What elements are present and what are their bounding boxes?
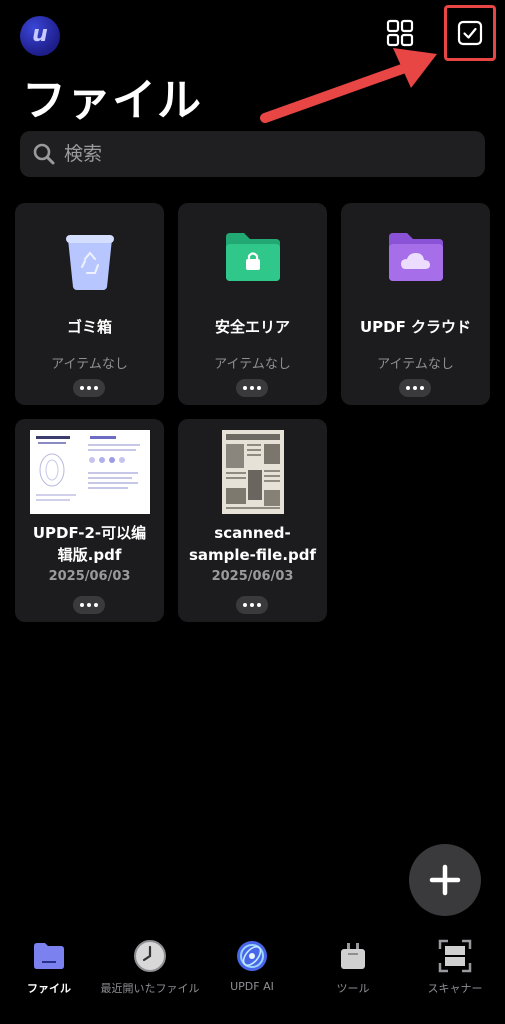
more-options-button[interactable] — [73, 379, 105, 397]
logo-letter: u — [32, 22, 48, 47]
tab-label: ツール — [336, 982, 370, 995]
search-bar[interactable] — [20, 131, 485, 177]
pdf-thumbnail — [29, 430, 150, 514]
clock-icon — [134, 940, 166, 972]
scanner-icon — [438, 939, 472, 973]
folder-name: UPDF クラウド — [359, 318, 472, 336]
ai-icon — [237, 941, 267, 971]
app-logo: u — [20, 16, 60, 56]
folder-name: ゴミ箱 — [66, 318, 112, 336]
file-date: 2025/06/03 — [211, 569, 294, 584]
tab-scanner[interactable]: スキャナー — [395, 938, 505, 996]
cloud-folder-icon — [388, 233, 443, 281]
folder-subtitle: アイテムなし — [214, 357, 291, 372]
folder-card-trash[interactable]: ゴミ箱 アイテムなし — [15, 203, 164, 405]
file-card-updf[interactable]: UPDF-2-可以编 辑版.pdf 2025/06/03 — [15, 419, 164, 622]
file-date: 2025/06/03 — [48, 569, 131, 584]
folder-icon — [34, 943, 64, 969]
tab-label: 最近開いたファイル — [100, 982, 200, 995]
secure-folder-icon — [225, 233, 280, 281]
folder-card-secure[interactable]: 安全エリア アイテムなし — [178, 203, 327, 405]
tab-label: UPDF AI — [230, 980, 274, 993]
pdf-thumbnail — [221, 430, 284, 514]
file-name: scanned- sample-file.pdf — [188, 524, 317, 564]
checkbox-icon — [457, 20, 483, 46]
folder-name: 安全エリア — [214, 318, 290, 336]
toolbox-icon — [341, 943, 365, 969]
folder-subtitle: アイテムなし — [377, 357, 454, 372]
tab-label: ファイル — [27, 982, 71, 995]
page-title: ファイル — [22, 75, 202, 126]
more-options-button[interactable] — [399, 379, 431, 397]
more-options-button[interactable] — [236, 379, 268, 397]
search-icon — [33, 143, 55, 165]
file-card-scanned[interactable]: scanned- sample-file.pdf 2025/06/03 — [178, 419, 327, 622]
bottom-tab-bar: ファイル 最近開いたファイル UPDF AI ツール スキャナー — [0, 930, 505, 1024]
annotation-arrow — [260, 48, 437, 123]
search-input[interactable] — [64, 143, 444, 165]
tab-label: スキャナー — [427, 982, 483, 995]
more-options-button[interactable] — [236, 596, 268, 614]
more-options-button[interactable] — [73, 596, 105, 614]
plus-icon — [429, 864, 461, 896]
folder-card-cloud[interactable]: UPDF クラウド アイテムなし — [341, 203, 490, 405]
trash-icon — [65, 235, 114, 290]
add-button[interactable] — [409, 844, 481, 916]
file-name: UPDF-2-可以编 辑版.pdf — [32, 524, 147, 564]
folder-subtitle: アイテムなし — [51, 357, 128, 372]
